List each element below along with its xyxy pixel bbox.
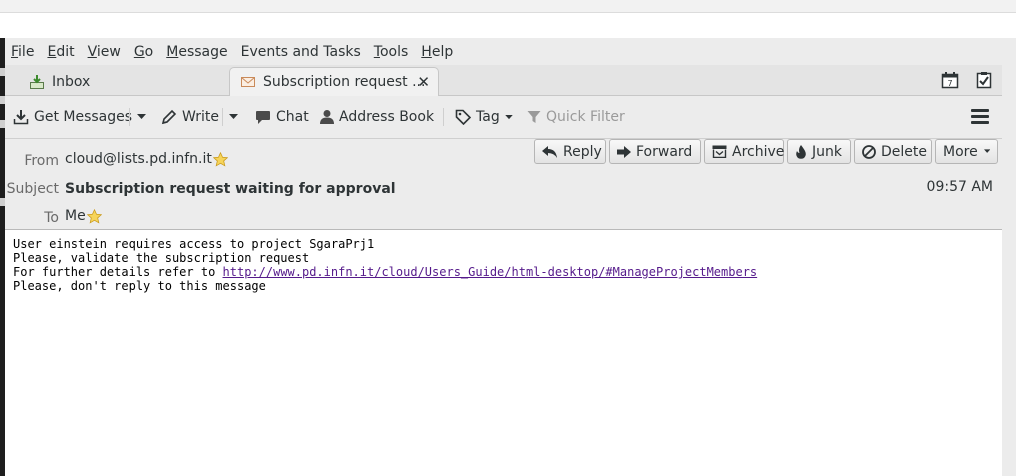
write-button[interactable]: Write — [161, 106, 219, 128]
envelope-icon — [240, 75, 256, 89]
more-button[interactable]: More — [935, 139, 998, 164]
menubar: File Edit View Go Message Events and Tas… — [5, 38, 1002, 65]
tab-message-label: Subscription request ... — [263, 74, 426, 90]
person-icon — [320, 109, 334, 125]
star-icon[interactable] — [212, 151, 228, 167]
app-menu-hamburger-icon[interactable] — [971, 109, 989, 127]
forward-button[interactable]: Forward — [609, 139, 701, 164]
chevron-down-icon — [136, 114, 146, 119]
reply-arrow-icon — [542, 145, 558, 158]
subject-label: Subject — [6, 181, 59, 197]
archive-box-icon — [712, 145, 727, 158]
body-line: User einstein requires access to project… — [13, 237, 375, 251]
star-icon[interactable] — [86, 208, 102, 224]
to-value[interactable]: Me — [65, 208, 102, 224]
message-body: User einstein requires access to project… — [5, 230, 1002, 476]
inbox-tray-icon — [29, 74, 45, 90]
chevron-down-icon — [504, 114, 513, 119]
message-text: User einstein requires access to project… — [5, 230, 1002, 300]
chat-bubble-icon — [255, 110, 271, 125]
menu-view[interactable]: View — [82, 44, 128, 60]
download-icon — [13, 109, 29, 125]
toolbar-separator — [129, 108, 130, 126]
archive-button[interactable]: Archive — [704, 139, 784, 164]
from-label: From — [24, 153, 59, 169]
subject-value: Subscription request waiting for approva… — [65, 181, 396, 197]
flame-icon — [795, 144, 807, 159]
menu-tools[interactable]: Tools — [368, 44, 416, 60]
tab-inbox[interactable]: Inbox — [15, 68, 225, 95]
tab-inbox-label: Inbox — [52, 73, 91, 90]
menu-message[interactable]: Message — [160, 44, 234, 60]
address-book-button[interactable]: Address Book — [320, 106, 434, 128]
toolbar-separator — [443, 108, 444, 126]
close-tab-icon[interactable]: ✕ — [417, 73, 430, 91]
tab-message[interactable]: Subscription request ... ✕ — [229, 67, 439, 96]
tab-bar: Inbox Subscription request ... ✕ 7 — [5, 65, 1002, 96]
to-label: To — [44, 210, 59, 226]
body-line: Please, don't reply to this message — [13, 279, 266, 293]
main-toolbar: Get Messages Write Chat Address Book Tag… — [5, 96, 1002, 139]
desktop-top-bar — [0, 0, 1016, 13]
funnel-icon — [527, 110, 541, 124]
tag-button[interactable]: Tag — [455, 106, 513, 128]
write-dropdown[interactable] — [226, 106, 240, 128]
message-date: 09:57 AM — [926, 179, 993, 195]
delete-button[interactable]: Delete — [854, 139, 932, 164]
toolbar-separator — [222, 108, 223, 126]
menu-edit[interactable]: Edit — [41, 44, 81, 60]
manage-project-members-link[interactable]: http://www.pd.infn.it/cloud/Users_Guide/… — [223, 265, 758, 279]
menu-file[interactable]: File — [5, 44, 41, 60]
message-header: From cloud@lists.pd.infn.it Subject Subs… — [5, 139, 1002, 230]
forward-arrow-icon — [617, 145, 631, 158]
body-line-prefix: For further details refer to — [13, 265, 223, 279]
junk-button[interactable]: Junk — [787, 139, 851, 164]
from-value[interactable]: cloud@lists.pd.infn.it — [65, 151, 228, 167]
chat-button[interactable]: Chat — [255, 106, 309, 128]
quick-filter-button[interactable]: Quick Filter — [527, 106, 625, 128]
chevron-down-icon — [228, 114, 238, 119]
reply-button[interactable]: Reply — [534, 139, 606, 164]
menu-events-and-tasks[interactable]: Events and Tasks — [235, 44, 368, 60]
menu-help[interactable]: Help — [415, 44, 460, 60]
tasks-icon[interactable] — [975, 71, 993, 89]
body-line: Please, validate the subscription reques… — [13, 251, 310, 265]
chevron-down-icon — [983, 149, 990, 153]
get-messages-dropdown[interactable] — [134, 106, 148, 128]
no-entry-icon — [862, 144, 876, 159]
pencil-icon — [161, 109, 177, 125]
get-messages-button[interactable]: Get Messages — [13, 106, 132, 128]
tag-icon — [455, 109, 471, 125]
svg-text:7: 7 — [947, 79, 952, 88]
desktop-right-edge — [1002, 38, 1016, 476]
menu-go[interactable]: Go — [128, 44, 160, 60]
calendar-icon[interactable]: 7 — [941, 71, 959, 89]
thunderbird-window: File Edit View Go Message Events and Tas… — [5, 38, 1002, 476]
